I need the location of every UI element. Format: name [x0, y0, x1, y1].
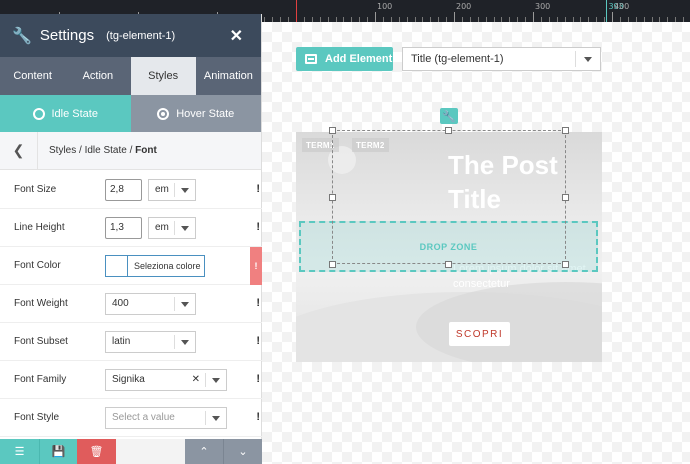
element-select-value: Title (tg-element-1)	[411, 53, 504, 65]
ruler-label: 400	[614, 2, 630, 11]
font-size-input[interactable]: 2,8	[105, 178, 142, 201]
font-weight-label: Font Weight	[14, 298, 68, 309]
element-icon	[305, 54, 317, 64]
font-weight-select[interactable]: 400	[105, 292, 196, 315]
important-toggle[interactable]: !	[256, 411, 260, 423]
state-switcher: Idle State Hover State	[0, 95, 261, 132]
radio-checked-icon	[157, 107, 170, 120]
chevron-down-icon	[181, 339, 189, 345]
ruler-tick	[612, 12, 613, 22]
add-element-button[interactable]: Add Element	[296, 47, 393, 71]
ruler-label: 200	[456, 2, 472, 11]
line-height-input[interactable]: 1,3	[105, 216, 142, 239]
chevron-down-icon	[584, 57, 592, 62]
list-icon[interactable]: ☰	[0, 439, 39, 464]
wrench-icon: 🔧	[12, 27, 32, 45]
ruler-marker-red	[296, 0, 297, 22]
ruler-marker-teal	[606, 0, 608, 22]
line-height-unit-select[interactable]: em	[148, 216, 196, 239]
color-picker-button[interactable]: Seleziona colore	[105, 254, 205, 277]
chevron-up-icon[interactable]: ⌃	[185, 439, 223, 464]
font-weight-row: Font Weight 400 !	[0, 285, 262, 323]
font-color-label: Font Color	[14, 260, 61, 271]
important-toggle[interactable]: !	[256, 297, 260, 309]
resize-handle[interactable]	[329, 194, 336, 201]
chevron-down-icon	[181, 187, 189, 193]
line-height-label: Line Height	[14, 222, 65, 233]
clear-icon[interactable]: ✕	[192, 374, 200, 385]
font-style-select[interactable]: Select a value	[105, 406, 227, 429]
important-toggle[interactable]: !	[256, 373, 260, 385]
breadcrumb-prefix: Styles / Idle State /	[49, 145, 136, 156]
resize-handle[interactable]	[329, 261, 336, 268]
important-toggle-active[interactable]: !	[250, 247, 262, 285]
close-icon[interactable]: ✕	[230, 26, 243, 46]
idle-state-button[interactable]: Idle State	[0, 95, 131, 132]
idle-state-label: Idle State	[51, 107, 98, 120]
ruler-tick	[454, 12, 455, 22]
hover-state-button[interactable]: Hover State	[130, 95, 261, 132]
font-subset-label: Font Subset	[14, 336, 68, 347]
settings-subtitle: (tg-element-1)	[106, 29, 176, 42]
font-style-row: Font Style Select a value !	[0, 399, 262, 437]
resize-handle[interactable]	[329, 127, 336, 134]
resize-handle[interactable]	[445, 127, 452, 134]
font-subset-select[interactable]: latin	[105, 330, 196, 353]
selection-box[interactable]	[332, 130, 566, 264]
chevron-down-icon	[181, 301, 189, 307]
chevron-down-icon[interactable]: ⌄	[223, 439, 262, 464]
font-family-label: Font Family	[14, 374, 67, 385]
settings-header[interactable]: 🔧 Settings (tg-element-1) ✕	[0, 14, 261, 57]
tab-styles[interactable]: Styles	[130, 57, 196, 95]
resize-handle[interactable]	[562, 194, 569, 201]
chevron-down-icon	[212, 377, 220, 383]
important-toggle[interactable]: !	[256, 183, 260, 195]
important-toggle[interactable]: !	[256, 335, 260, 347]
scopri-button[interactable]: SCOPRI	[449, 322, 510, 346]
settings-title: Settings	[39, 27, 95, 44]
ruler-label: 100	[377, 2, 393, 11]
font-size-unit-select[interactable]: em	[148, 178, 196, 201]
breadcrumb-current: Font	[135, 145, 157, 156]
font-family-select[interactable]: Signika ✕	[105, 368, 227, 391]
font-size-row: Font Size 2,8 em !	[0, 171, 262, 209]
resize-handle[interactable]	[562, 261, 569, 268]
panel-footer: ☰ 💾 🗑 ⌃ ⌄	[0, 439, 262, 464]
font-family-row: Font Family Signika ✕ !	[0, 361, 262, 399]
resize-handle[interactable]	[445, 261, 452, 268]
save-icon[interactable]: 💾	[39, 439, 77, 464]
radio-icon	[32, 107, 45, 120]
back-chevron-icon[interactable]: ❮	[0, 131, 38, 170]
element-select[interactable]: Title (tg-element-1)	[402, 47, 601, 71]
wrench-icon[interactable]: 🔧	[440, 108, 458, 124]
chevron-down-icon	[212, 415, 220, 421]
font-subset-row: Font Subset latin !	[0, 323, 262, 361]
trash-icon[interactable]: 🗑	[77, 439, 116, 464]
font-style-label: Font Style	[14, 412, 60, 423]
tab-animation[interactable]: Animation	[196, 57, 261, 95]
font-size-label: Font Size	[14, 184, 57, 195]
font-color-row: Font Color Seleziona colore !	[0, 247, 262, 285]
font-settings-list: Font Size 2,8 em ! Line Height 1,3 em ! …	[0, 171, 262, 437]
color-swatch	[106, 255, 128, 276]
breadcrumb: ❮ Styles / Idle State / Font	[0, 131, 261, 170]
resize-handle[interactable]	[562, 127, 569, 134]
ruler-label: 300	[535, 2, 551, 11]
add-element-label: Add Element	[325, 53, 393, 65]
tab-action[interactable]: Action	[65, 57, 130, 95]
hover-state-label: Hover State	[176, 107, 235, 120]
ruler-tick	[533, 12, 534, 22]
important-toggle[interactable]: !	[256, 221, 260, 233]
ruler-tick	[375, 12, 376, 22]
line-height-row: Line Height 1,3 em !	[0, 209, 262, 247]
settings-tabs: Content Action Styles Animation	[0, 57, 261, 95]
chevron-down-icon	[181, 225, 189, 231]
settings-panel: 🔧 Settings (tg-element-1) ✕ Content Acti…	[0, 14, 262, 464]
tab-content[interactable]: Content	[0, 57, 65, 95]
